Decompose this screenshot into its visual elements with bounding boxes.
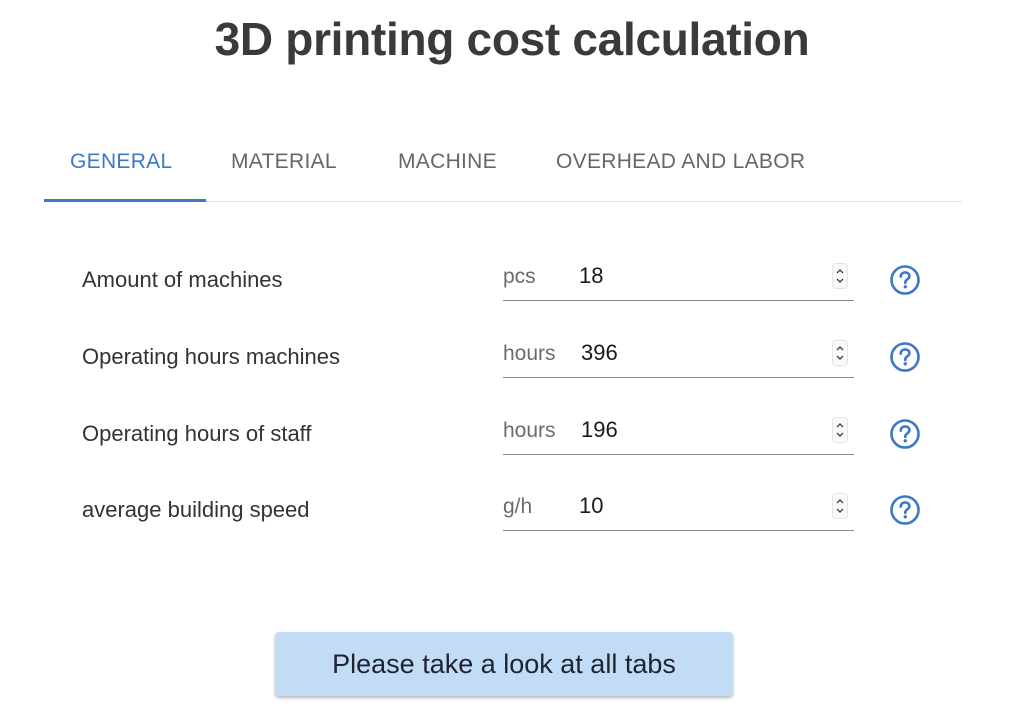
unit-label: hours (503, 419, 556, 442)
amount-of-machines-field: pcs (503, 253, 854, 301)
operating-hours-of-staff-input[interactable] (581, 417, 801, 443)
help-icon[interactable] (889, 264, 921, 296)
tab-machine[interactable]: MACHINE (398, 124, 497, 200)
number-stepper[interactable] (832, 340, 848, 366)
unit-label: g/h (503, 495, 533, 518)
help-icon[interactable] (889, 494, 921, 526)
average-building-speed-input[interactable] (579, 493, 799, 519)
unit-label: pcs (503, 265, 536, 288)
form-row-amount-of-machines: Amount of machines pcs (0, 253, 1024, 313)
number-stepper[interactable] (832, 417, 848, 443)
number-stepper[interactable] (832, 493, 848, 519)
look-at-all-tabs-button[interactable]: Please take a look at all tabs (275, 632, 733, 696)
field-label: Amount of machines (82, 267, 283, 292)
operating-hours-machines-input[interactable] (581, 340, 801, 366)
help-icon[interactable] (889, 341, 921, 373)
stepper-chevrons-icon (836, 423, 844, 437)
help-icon[interactable] (889, 418, 921, 450)
tab-bar: GENERAL MATERIAL MACHINE OVERHEAD AND LA… (44, 124, 962, 202)
form-row-operating-hours-machines: Operating hours machines hours (0, 330, 1024, 390)
stepper-chevrons-icon (836, 346, 844, 360)
tab-overhead-and-labor[interactable]: OVERHEAD AND LABOR (556, 124, 805, 200)
tab-material[interactable]: MATERIAL (231, 124, 337, 200)
number-stepper[interactable] (832, 263, 848, 289)
amount-of-machines-input[interactable] (579, 263, 799, 289)
page-title: 3D printing cost calculation (214, 13, 810, 65)
stepper-chevrons-icon (836, 269, 844, 283)
tab-general[interactable]: GENERAL (70, 124, 172, 200)
field-label: average building speed (82, 497, 310, 522)
form-row-operating-hours-of-staff: Operating hours of staff hours (0, 407, 1024, 467)
active-tab-indicator (44, 199, 206, 202)
form-row-average-building-speed: average building speed g/h (0, 483, 1024, 543)
unit-label: hours (503, 342, 556, 365)
field-label: Operating hours machines (82, 344, 341, 369)
operating-hours-of-staff-field: hours (503, 407, 854, 455)
field-label: Operating hours of staff (82, 421, 312, 446)
operating-hours-machines-field: hours (503, 330, 854, 378)
stepper-chevrons-icon (836, 499, 844, 513)
average-building-speed-field: g/h (503, 483, 854, 531)
